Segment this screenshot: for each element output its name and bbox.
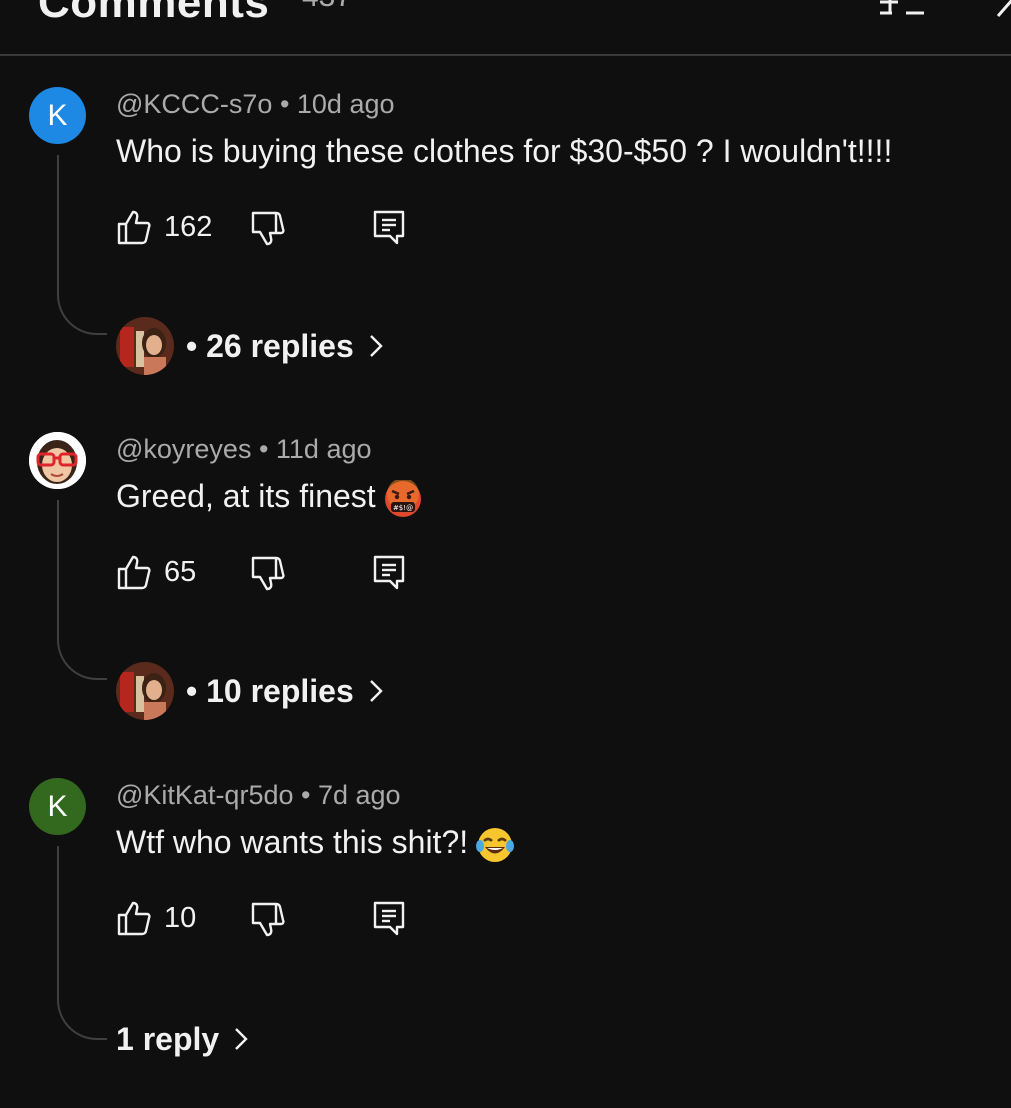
like-count: 162	[164, 211, 213, 243]
like-count: 10	[164, 902, 197, 934]
comment-author-meta[interactable]: @KitKat-qr5do • 7d ago	[116, 780, 401, 811]
chevron-right-icon	[369, 335, 383, 357]
svg-text:#$!@: #$!@	[393, 504, 413, 512]
chevron-right-icon	[235, 1028, 248, 1050]
thumbs-down-icon[interactable]	[250, 902, 286, 938]
avatar[interactable]	[29, 432, 86, 489]
thumbs-down-icon[interactable]	[250, 211, 286, 247]
thumbs-up-icon[interactable]	[116, 900, 152, 936]
avatar[interactable]: K	[29, 87, 86, 144]
chevron-right-icon	[369, 680, 383, 702]
comment-text: Who is buying these clothes for $30-$50 …	[116, 133, 892, 170]
thumbs-down-icon[interactable]	[250, 556, 286, 592]
comment-text: Wtf who wants this shit?!	[116, 824, 515, 864]
like-count: 65	[164, 556, 197, 588]
comments-title: Comments	[38, 0, 270, 27]
thread-line	[57, 846, 107, 1040]
thread-line	[57, 155, 107, 335]
avatar-letter: K	[47, 789, 68, 823]
comments-header: Comments 437	[0, 0, 1011, 56]
sort-icon[interactable]	[878, 0, 926, 18]
reply-icon[interactable]	[372, 900, 408, 936]
comment-author-meta[interactable]: @koyreyes • 11d ago	[116, 434, 372, 465]
comment-text-content: Greed, at its finest	[116, 478, 376, 514]
close-icon[interactable]	[994, 0, 1011, 18]
thumbs-up-icon[interactable]	[116, 209, 152, 245]
replies-count-label: 1 reply	[116, 1020, 220, 1057]
reply-icon[interactable]	[372, 209, 408, 245]
reply-avatar	[116, 662, 174, 720]
avatar-letter: K	[47, 98, 68, 132]
thumbs-up-icon[interactable]	[116, 554, 152, 590]
view-replies-button[interactable]: • 26 replies	[116, 317, 384, 375]
replies-count-label: • 26 replies	[186, 327, 354, 364]
avatar[interactable]: K	[29, 778, 86, 835]
view-replies-button[interactable]: 1 reply	[116, 1010, 249, 1068]
comment-text: Greed, at its finest #$!@	[116, 478, 422, 518]
view-replies-button[interactable]: • 10 replies	[116, 662, 384, 720]
replies-count-label: • 10 replies	[186, 672, 354, 709]
thread-line	[57, 500, 107, 680]
face-with-symbols-on-mouth-icon: #$!@	[384, 479, 421, 517]
comment-author-meta[interactable]: @KCCC-s7o • 10d ago	[116, 89, 395, 120]
reply-icon[interactable]	[372, 554, 408, 590]
comment-text-content: Wtf who wants this shit?!	[116, 824, 469, 860]
face-with-tears-of-joy-icon	[476, 827, 515, 862]
comments-count: 437	[302, 0, 352, 14]
reply-avatar	[116, 317, 174, 375]
memoji-avatar-image	[29, 432, 86, 489]
comment-text-content: Who is buying these clothes for $30-$50 …	[116, 133, 893, 169]
